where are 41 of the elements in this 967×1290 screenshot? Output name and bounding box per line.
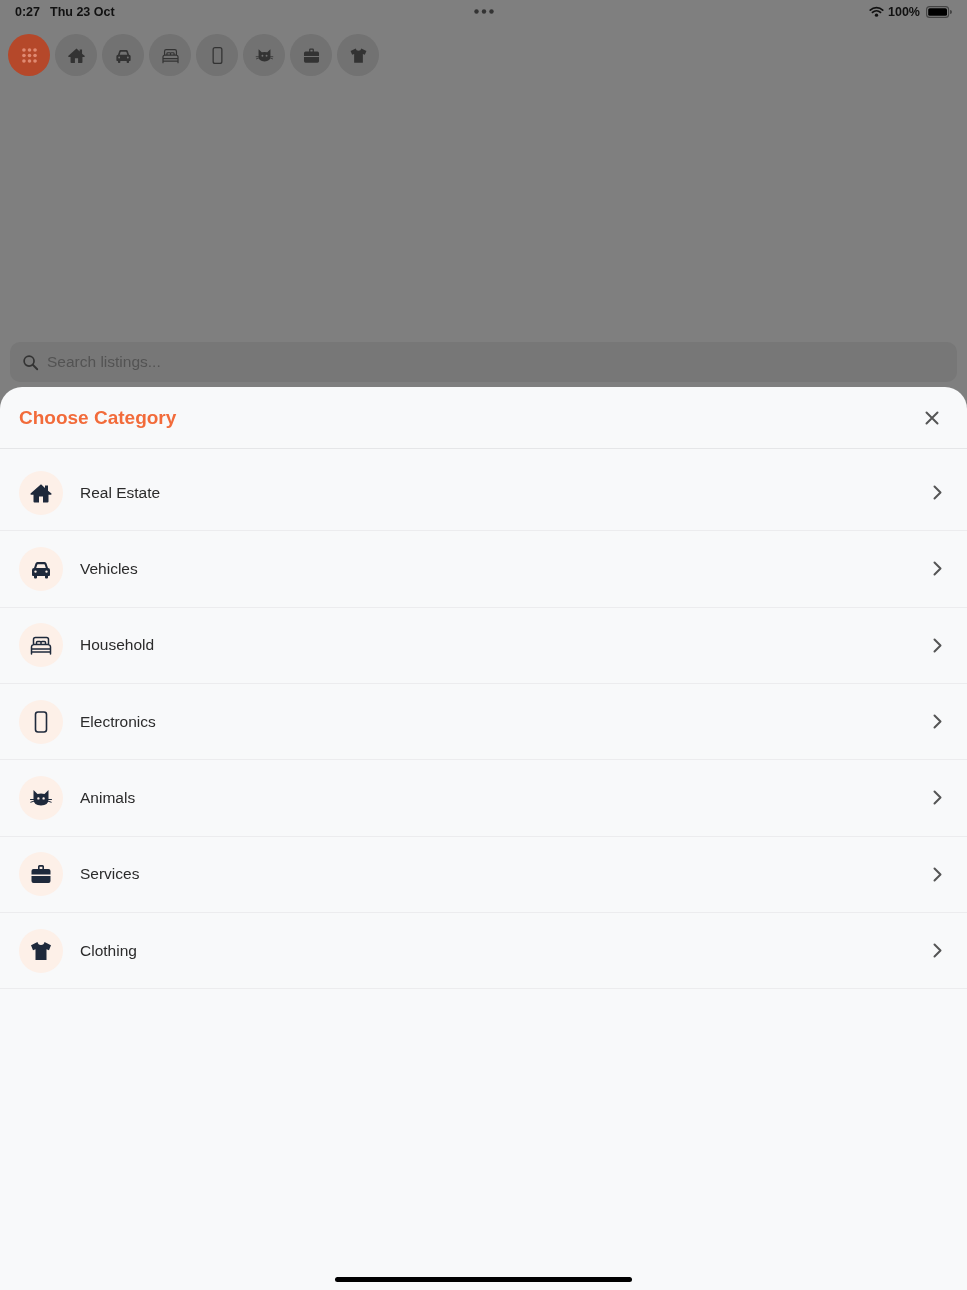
chevron-right-icon: [933, 943, 942, 959]
category-filter-button[interactable]: [196, 34, 238, 76]
category-row[interactable]: Electronics: [0, 684, 967, 761]
category-filter-button[interactable]: [337, 34, 379, 76]
category-filter-button[interactable]: [102, 34, 144, 76]
category-row[interactable]: Animals: [0, 760, 967, 837]
grid-icon: [19, 45, 39, 65]
phone-icon: [19, 699, 63, 744]
status-date: Thu 23 Oct: [50, 4, 115, 19]
sheet-title: Choose Category: [19, 406, 177, 429]
category-filter-button[interactable]: [8, 34, 50, 76]
car-icon: [19, 547, 63, 591]
category-filter-button[interactable]: [149, 34, 191, 76]
briefcase-icon: [19, 852, 63, 897]
chevron-right-icon: [933, 790, 942, 806]
status-time: 0:27: [15, 4, 41, 19]
chevron-right-icon: [933, 637, 942, 653]
category-row[interactable]: Clothing: [0, 912, 967, 990]
cat-icon: [19, 775, 63, 820]
category-filter-button[interactable]: [55, 34, 97, 76]
more-dots-icon: [473, 9, 494, 14]
close-icon: [925, 410, 939, 425]
battery-icon: [926, 5, 952, 18]
briefcase-icon: [301, 45, 321, 65]
battery-percent: 100%: [888, 4, 920, 19]
wifi-icon: [869, 6, 884, 17]
category-row[interactable]: Vehicles: [0, 531, 967, 608]
t-shirt-icon: [348, 45, 368, 65]
chevron-right-icon: [933, 866, 942, 882]
bed-icon: [19, 623, 63, 668]
chevron-right-icon: [933, 714, 942, 730]
chevron-right-icon: [933, 485, 942, 501]
house-icon: [19, 470, 63, 515]
search-icon: [22, 354, 39, 371]
category-row[interactable]: Real Estate: [0, 455, 967, 532]
category-filter-button[interactable]: [243, 34, 285, 76]
category-row[interactable]: Services: [0, 836, 967, 913]
category-row[interactable]: Household: [0, 607, 967, 684]
category-filter-button[interactable]: [290, 34, 332, 76]
chevron-right-icon: [933, 561, 942, 577]
t-shirt-icon: [19, 928, 63, 973]
